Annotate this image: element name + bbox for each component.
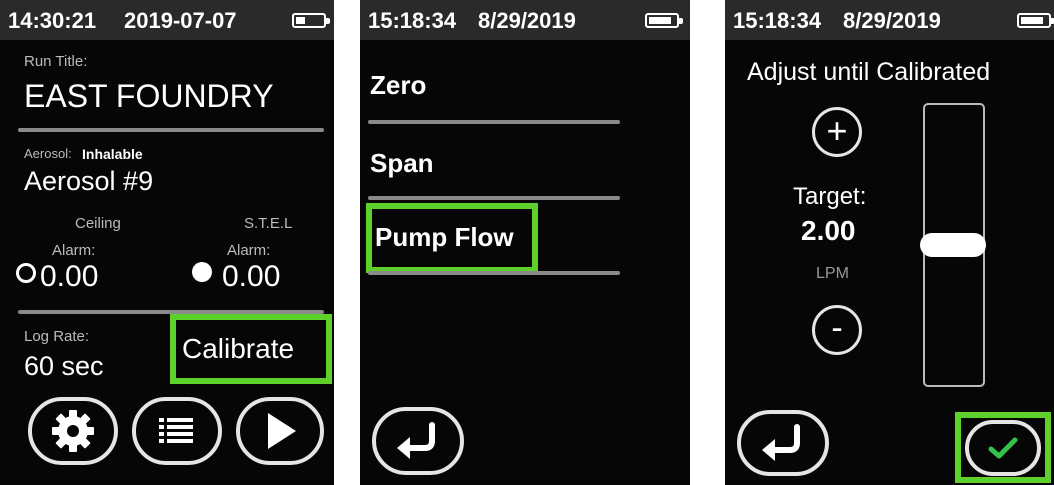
ceiling-alarm-label: Alarm: xyxy=(52,242,96,259)
list-icon xyxy=(159,418,193,443)
flow-slider[interactable] xyxy=(920,103,986,387)
aerosol-type: Inhalable xyxy=(82,146,143,162)
calibration-menu-screen: 15:18:34 8/29/2019 Zero Span Pump Flow xyxy=(360,0,690,485)
status-bar: 14:30:21 2019-07-07 xyxy=(0,0,334,40)
status-time: 14:30:21 xyxy=(8,8,97,33)
stel-alarm-label: Alarm: xyxy=(227,242,271,259)
instruction-text: Adjust until Calibrated xyxy=(747,58,991,86)
divider xyxy=(368,271,620,275)
ceiling-radio[interactable] xyxy=(16,263,36,283)
menu-item-zero[interactable]: Zero xyxy=(370,70,426,101)
back-button[interactable] xyxy=(737,410,829,476)
stel-label: S.T.E.L xyxy=(244,215,293,232)
confirm-button[interactable] xyxy=(965,420,1041,476)
decrease-button[interactable]: - xyxy=(812,305,862,355)
stel-radio[interactable] xyxy=(192,262,212,282)
aerosol-name[interactable]: Aerosol #9 xyxy=(24,166,153,197)
status-bar: 15:18:34 8/29/2019 xyxy=(360,0,690,40)
status-date: 8/29/2019 xyxy=(478,8,576,33)
minus-icon: - xyxy=(831,309,843,347)
settings-button[interactable] xyxy=(28,397,118,465)
stel-value: 0.00 xyxy=(222,260,281,293)
check-icon xyxy=(988,437,1018,459)
calibrate-button[interactable]: Calibrate xyxy=(182,333,294,365)
plus-icon: + xyxy=(826,109,848,151)
status-date: 2019-07-07 xyxy=(124,8,237,33)
list-button[interactable] xyxy=(132,397,222,465)
increase-button[interactable]: + xyxy=(812,107,862,157)
divider xyxy=(368,196,620,200)
log-rate-label: Log Rate: xyxy=(24,328,90,345)
run-title[interactable]: EAST FOUNDRY xyxy=(24,78,274,115)
status-time: 15:18:34 xyxy=(368,8,457,33)
status-bar: 15:18:34 8/29/2019 xyxy=(725,0,1054,40)
target-value: 2.00 xyxy=(801,215,856,246)
unit-label: LPM xyxy=(816,265,849,282)
log-rate-value[interactable]: 60 sec xyxy=(24,351,104,382)
status-time: 15:18:34 xyxy=(733,8,822,33)
battery-icon xyxy=(292,13,330,28)
play-button[interactable] xyxy=(236,397,324,465)
back-arrow-icon xyxy=(397,422,435,459)
status-date: 8/29/2019 xyxy=(843,8,941,33)
target-label: Target: xyxy=(793,183,867,210)
battery-icon xyxy=(1017,13,1054,28)
ceiling-value: 0.00 xyxy=(40,260,99,293)
adjust-screen: 15:18:34 8/29/2019 Adjust until Calibrat… xyxy=(725,0,1054,485)
divider xyxy=(18,128,324,132)
divider xyxy=(368,120,620,124)
ceiling-label: Ceiling xyxy=(75,215,121,232)
aerosol-label: Aerosol: xyxy=(24,146,72,161)
menu-item-pump-flow[interactable]: Pump Flow xyxy=(375,222,514,253)
play-icon xyxy=(268,413,296,449)
main-screen: 14:30:21 2019-07-07 Run Title: EAST FOUN… xyxy=(0,0,334,485)
back-arrow-icon xyxy=(762,424,800,461)
slider-thumb[interactable] xyxy=(920,233,986,257)
menu-item-span[interactable]: Span xyxy=(370,148,434,179)
back-button[interactable] xyxy=(372,407,464,475)
gear-icon xyxy=(52,410,94,452)
run-title-label: Run Title: xyxy=(24,53,88,70)
battery-icon xyxy=(645,13,683,28)
